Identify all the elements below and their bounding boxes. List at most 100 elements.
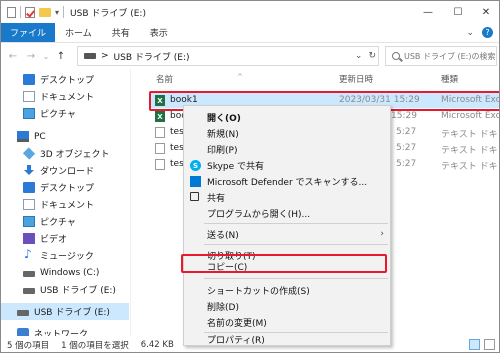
tab-view[interactable]: 表示 bbox=[140, 23, 178, 42]
sidebar-item-label: デスクトップ bbox=[40, 184, 95, 194]
file-type: テキスト ドキュメ bbox=[441, 130, 499, 140]
customize-toolbar-icon[interactable]: ▾ bbox=[55, 8, 59, 17]
sidebar-item-3d-objects[interactable]: 3D オブジェクト bbox=[1, 145, 129, 162]
minimize-button[interactable]: — bbox=[413, 1, 443, 23]
file-type: テキスト ドキュメ bbox=[441, 162, 499, 172]
refresh-icon[interactable]: ↻ bbox=[368, 51, 376, 61]
back-button[interactable]: ← bbox=[5, 48, 21, 64]
close-button[interactable]: ✕ bbox=[471, 1, 499, 23]
tab-home[interactable]: ホーム bbox=[55, 23, 102, 42]
column-header-modified[interactable]: 更新日時 bbox=[339, 73, 373, 85]
menu-item-share[interactable]: 共有 bbox=[184, 189, 390, 205]
menu-item-label: 名前の変更(M) bbox=[207, 318, 267, 329]
excel-icon: X bbox=[155, 111, 165, 122]
menu-item-label: プログラムから開く(H)... bbox=[207, 209, 311, 220]
sidebar-item-documents[interactable]: ドキュメント bbox=[1, 88, 129, 105]
up-button[interactable]: ↑ bbox=[53, 48, 69, 64]
sidebar-item-downloads[interactable]: ダウンロード bbox=[1, 162, 129, 179]
sidebar-item-label: ピクチャ bbox=[40, 110, 76, 120]
network-icon bbox=[17, 328, 29, 336]
menu-item-open-with[interactable]: プログラムから開く(H)... bbox=[184, 205, 390, 221]
menu-item-new[interactable]: 新規(N) bbox=[184, 125, 390, 141]
address-separator: > bbox=[101, 51, 109, 61]
drive-icon bbox=[84, 53, 96, 59]
menu-item-delete[interactable]: 削除(D) bbox=[184, 298, 390, 314]
sidebar-item-label: ミュージック bbox=[40, 252, 94, 262]
context-menu: 開く(O) 新規(N) 印刷(P) S Skype で共有 Microsoft … bbox=[183, 105, 391, 346]
maximize-button[interactable]: ☐ bbox=[443, 1, 473, 23]
sidebar-item-label: USB ドライブ (E:) bbox=[34, 308, 110, 318]
column-headers: 名前 ^ 更新日時 種類 bbox=[132, 69, 499, 87]
sidebar-item-label: デスクトップ bbox=[40, 76, 95, 86]
sidebar-item-label: 3D オブジェクト bbox=[40, 150, 110, 160]
quick-access-toolbar: ▾ bbox=[1, 6, 65, 18]
forward-button[interactable]: → bbox=[23, 48, 39, 64]
document-icon bbox=[7, 6, 16, 18]
sidebar-item-label: USB ドライブ (E:) bbox=[40, 286, 116, 296]
menu-item-send-to[interactable]: 送る(N) › bbox=[184, 226, 390, 242]
menu-item-label: 送る(N) bbox=[207, 230, 239, 241]
documents-icon bbox=[23, 91, 35, 102]
menu-item-skype-share[interactable]: S Skype で共有 bbox=[184, 157, 390, 173]
address-dropdown-icon[interactable]: ⌄ bbox=[355, 51, 363, 61]
file-modified: 5:27 bbox=[396, 127, 417, 137]
sidebar-item-label: ビデオ bbox=[40, 235, 68, 245]
new-folder-icon[interactable] bbox=[39, 7, 51, 17]
sidebar-item-usb-e[interactable]: USB ドライブ (E:) bbox=[1, 281, 129, 298]
menu-item-label: Microsoft Defender でスキャンする... bbox=[207, 177, 368, 188]
sidebar-item-desktop[interactable]: デスクトップ bbox=[1, 71, 129, 88]
menu-item-label: プロパティ(R) bbox=[207, 335, 265, 346]
documents-icon bbox=[23, 199, 35, 210]
sidebar-item-pictures[interactable]: ピクチャ bbox=[1, 105, 129, 122]
sidebar-item-label: Windows (C:) bbox=[40, 267, 100, 278]
address-controls: ⌄ ↻ bbox=[355, 47, 376, 65]
sidebar-item-videos[interactable]: ビデオ bbox=[1, 230, 129, 247]
desktop-icon bbox=[23, 74, 35, 85]
menu-item-open[interactable]: 開く(O) bbox=[184, 109, 390, 125]
file-modified: 5:27 bbox=[396, 159, 417, 169]
menu-item-label: 共有 bbox=[207, 193, 226, 204]
view-buttons bbox=[469, 339, 495, 350]
menu-separator bbox=[204, 244, 388, 245]
sidebar-item-pictures[interactable]: ピクチャ bbox=[1, 213, 129, 230]
menu-item-create-shortcut[interactable]: ショートカットの作成(S) bbox=[184, 282, 390, 298]
expand-ribbon-icon[interactable]: ⌄ bbox=[466, 28, 474, 38]
text-file-icon bbox=[155, 159, 165, 170]
sidebar-item-music[interactable]: ミュージック bbox=[1, 247, 129, 264]
column-header-name[interactable]: 名前 bbox=[156, 73, 173, 85]
sidebar-item-label: ドキュメント bbox=[40, 93, 95, 103]
3d-objects-icon bbox=[22, 147, 36, 160]
menu-item-rename[interactable]: 名前の変更(M) bbox=[184, 314, 390, 330]
search-input[interactable]: USB ドライブ (E:)の検索 bbox=[385, 46, 497, 66]
download-icon bbox=[23, 165, 35, 176]
sidebar-item-usb-e-selected[interactable]: USB ドライブ (E:) bbox=[1, 303, 129, 320]
sidebar-item-label: ダウンロード bbox=[40, 167, 95, 177]
help-icon[interactable]: ? bbox=[482, 27, 493, 38]
sidebar-item-pc[interactable]: PC bbox=[1, 128, 129, 145]
address-bar[interactable]: > USB ドライブ (E:) ⌄ ↻ bbox=[77, 46, 379, 66]
sidebar-item-label: ピクチャ bbox=[40, 218, 76, 228]
sidebar-item-network[interactable]: ネットワーク bbox=[1, 325, 129, 336]
column-header-type[interactable]: 種類 bbox=[441, 73, 458, 85]
properties-check-icon[interactable] bbox=[25, 6, 35, 18]
file-modified: 15:29 bbox=[391, 111, 417, 121]
menu-item-label: ショートカットの作成(S) bbox=[207, 286, 310, 297]
tab-file[interactable]: ファイル bbox=[1, 23, 56, 42]
large-icons-view-icon[interactable] bbox=[484, 339, 495, 350]
highlight-box-copy bbox=[181, 254, 387, 273]
submenu-arrow-icon: › bbox=[380, 229, 384, 239]
window-title: USB ドライブ (E:) bbox=[70, 8, 146, 19]
recent-locations-icon[interactable]: ⌄ bbox=[41, 48, 51, 64]
sidebar-item-windows-c[interactable]: Windows (C:) bbox=[1, 264, 129, 281]
file-modified: 5:27 bbox=[396, 143, 417, 153]
menu-item-defender-scan[interactable]: Microsoft Defender でスキャンする... bbox=[184, 173, 390, 189]
details-view-icon[interactable] bbox=[469, 339, 480, 350]
video-icon bbox=[23, 233, 35, 244]
menu-item-properties[interactable]: プロパティ(R) bbox=[184, 331, 390, 347]
menu-item-print[interactable]: 印刷(P) bbox=[184, 141, 390, 157]
sidebar-item-desktop[interactable]: デスクトップ bbox=[1, 179, 129, 196]
sidebar-item-documents[interactable]: ドキュメント bbox=[1, 196, 129, 213]
tab-share[interactable]: 共有 bbox=[102, 23, 140, 42]
defender-icon bbox=[190, 176, 201, 187]
explorer-window: ▾ USB ドライブ (E:) — ☐ ✕ ファイル ホーム 共有 表示 ⌄ ?… bbox=[0, 0, 500, 353]
